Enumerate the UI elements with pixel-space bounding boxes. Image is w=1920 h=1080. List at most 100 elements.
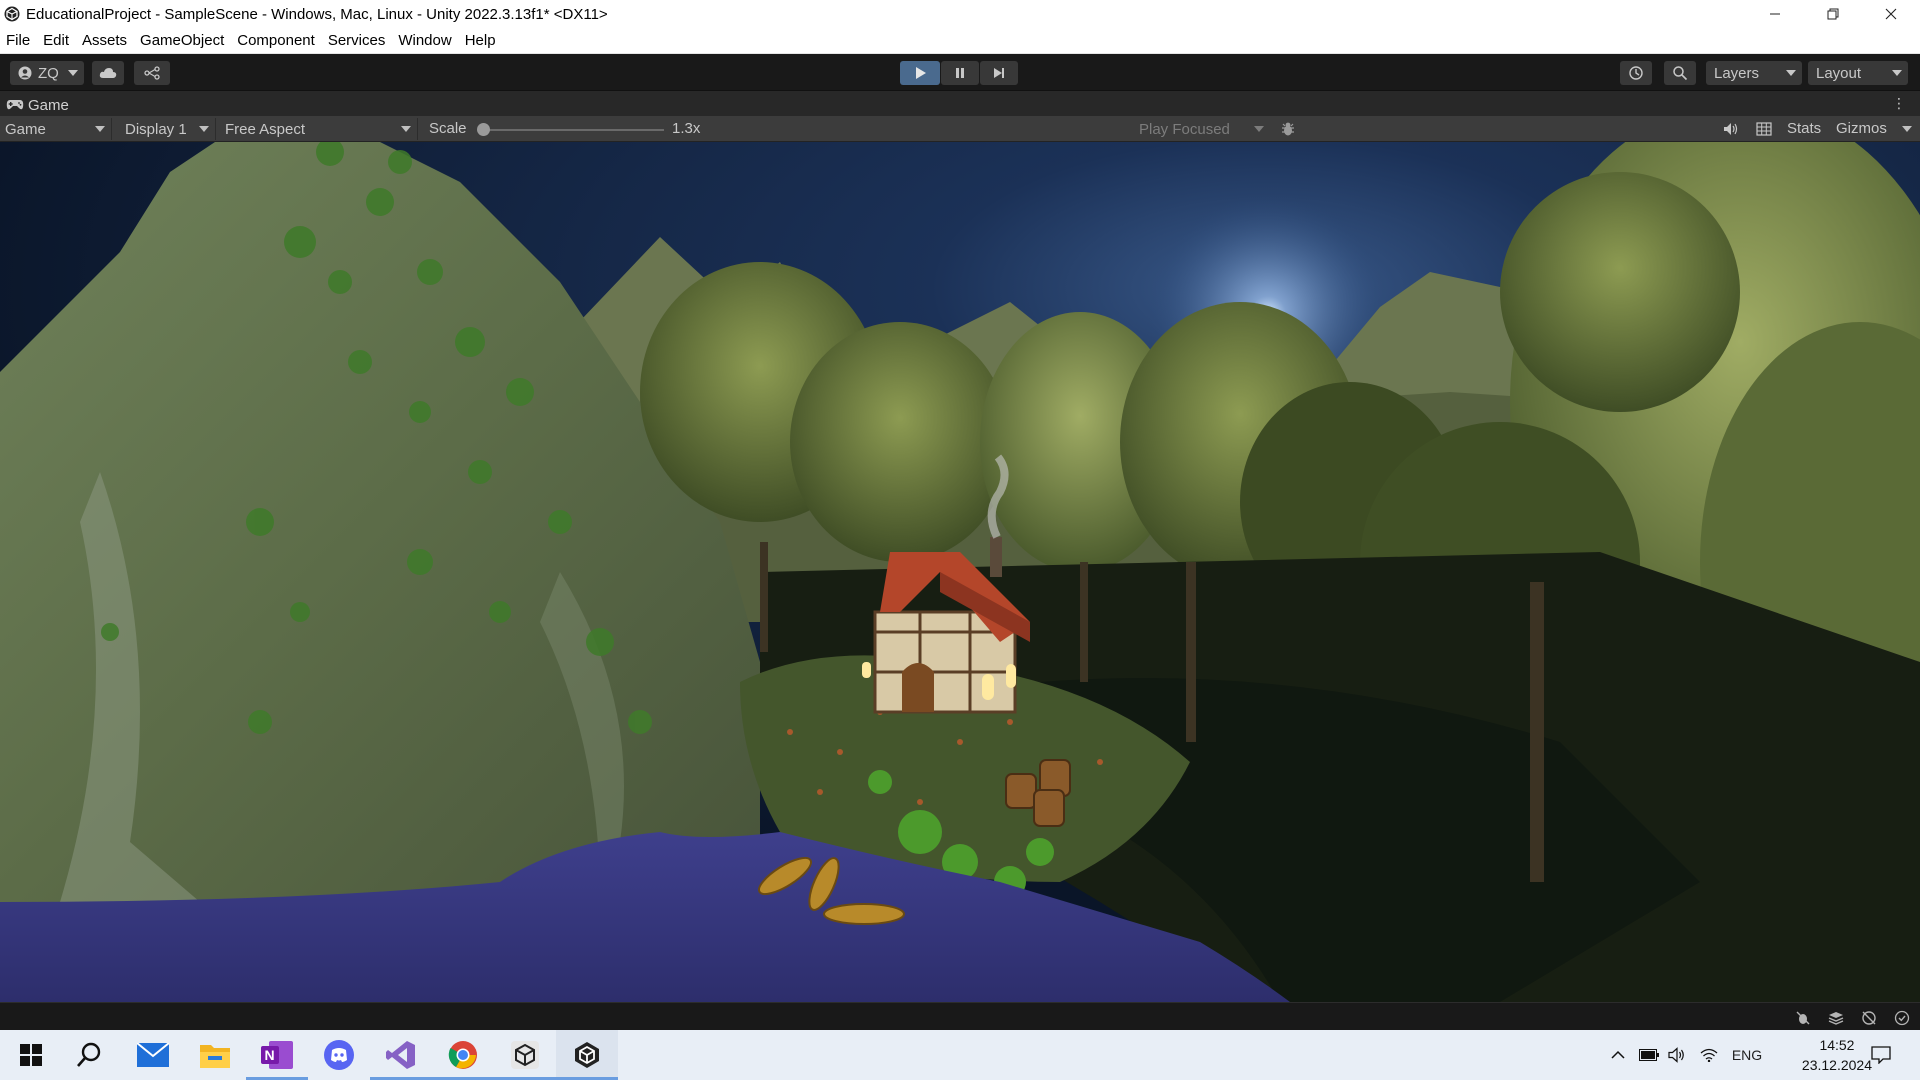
account-label: ZQ — [38, 64, 59, 82]
close-button[interactable] — [1862, 0, 1920, 28]
chevron-down-icon — [1892, 70, 1902, 76]
clock-date: 23.12.2024 — [1801, 1057, 1872, 1073]
windows-taskbar: N ENG 14:52 23.12.2024 — [0, 1030, 1920, 1080]
pause-button[interactable] — [941, 61, 979, 85]
tray-volume[interactable] — [1664, 1030, 1690, 1080]
taskbar-file-explorer[interactable] — [184, 1030, 246, 1080]
tray-overflow-button[interactable] — [1604, 1030, 1632, 1080]
gizmos-button[interactable]: Gizmos — [1836, 120, 1887, 137]
menu-edit[interactable]: Edit — [43, 32, 69, 49]
file-explorer-icon — [200, 1045, 230, 1068]
more-options-icon[interactable]: ⋮ — [1892, 95, 1906, 112]
minimize-button[interactable] — [1746, 0, 1804, 28]
svg-text:N: N — [265, 1047, 275, 1063]
step-button[interactable] — [980, 61, 1018, 85]
version-control-icon — [144, 66, 160, 80]
close-icon — [1885, 8, 1897, 20]
history-icon — [1629, 66, 1643, 80]
chevron-up-icon — [1611, 1050, 1625, 1059]
window-titlebar: EducationalProject - SampleScene - Windo… — [0, 0, 1920, 28]
menu-component[interactable]: Component — [237, 32, 315, 49]
restore-icon — [1827, 8, 1839, 20]
grid-icon[interactable] — [1756, 122, 1772, 136]
scale-slider-track[interactable] — [478, 129, 664, 131]
cloud-button[interactable] — [92, 61, 124, 85]
version-control-button[interactable] — [134, 61, 170, 85]
scale-slider-handle[interactable] — [477, 123, 490, 136]
notification-icon — [1871, 1046, 1891, 1064]
play-mode-label: Play Focused — [1139, 120, 1230, 138]
chevron-down-icon — [199, 126, 209, 132]
chevron-down-icon — [68, 70, 78, 76]
onenote-icon: N — [261, 1041, 293, 1069]
menu-services[interactable]: Services — [328, 32, 386, 49]
taskbar-chrome[interactable] — [432, 1030, 494, 1080]
play-mode-dropdown[interactable]: Play Focused — [1134, 118, 1270, 140]
bug-icon[interactable] — [1280, 121, 1296, 137]
view-mode-dropdown[interactable]: Game — [0, 118, 112, 140]
search-icon — [1673, 66, 1688, 81]
status-bar — [0, 1002, 1920, 1030]
menu-file[interactable]: File — [6, 32, 30, 49]
display-dropdown[interactable]: Display 1 — [120, 118, 216, 140]
menu-window[interactable]: Window — [398, 32, 451, 49]
notifications-button[interactable] — [1864, 1030, 1898, 1080]
taskbar-discord[interactable] — [308, 1030, 370, 1080]
chrome-icon — [448, 1041, 477, 1069]
search-icon — [77, 1042, 101, 1067]
window-title: EducationalProject - SampleScene - Windo… — [26, 5, 608, 23]
menu-bar: File Edit Assets GameObject Component Se… — [0, 28, 1920, 54]
chevron-down-icon — [95, 126, 105, 132]
taskbar-onenote[interactable]: N — [246, 1030, 308, 1080]
scale-label: Scale — [429, 120, 467, 137]
system-clock[interactable]: 14:52 23.12.2024 — [1802, 1035, 1872, 1075]
minimize-icon — [1770, 13, 1780, 15]
game-scene-render — [0, 142, 1920, 1002]
account-icon — [18, 66, 32, 80]
layout-dropdown[interactable]: Layout — [1808, 61, 1908, 85]
menu-gameobject[interactable]: GameObject — [140, 32, 224, 49]
visual-studio-icon — [386, 1041, 415, 1069]
game-view-bar: Game Display 1 Free Aspect Scale 1.3x Pl… — [0, 116, 1920, 142]
play-button[interactable] — [900, 61, 940, 85]
layers-status-icon[interactable] — [1828, 1010, 1844, 1026]
game-viewport[interactable] — [0, 142, 1920, 1002]
scale-value: 1.3x — [672, 120, 701, 137]
taskbar-mail[interactable] — [122, 1030, 184, 1080]
display-label: Display 1 — [125, 120, 187, 138]
clock-time: 14:52 — [1819, 1037, 1855, 1053]
step-icon — [994, 68, 1004, 78]
start-button[interactable] — [0, 1030, 62, 1080]
gamepad-icon — [6, 100, 24, 110]
menu-help[interactable]: Help — [465, 32, 496, 49]
auto-refresh-off-icon[interactable] — [1861, 1010, 1877, 1026]
taskbar-search-button[interactable] — [58, 1030, 120, 1080]
tray-battery[interactable] — [1636, 1030, 1662, 1080]
speaker-icon[interactable] — [1723, 122, 1739, 136]
battery-icon — [1639, 1049, 1659, 1061]
tray-network[interactable] — [1696, 1030, 1722, 1080]
chevron-down-icon — [401, 126, 411, 132]
taskbar-visual-studio[interactable] — [370, 1030, 432, 1080]
layers-dropdown[interactable]: Layers — [1706, 61, 1802, 85]
restore-button[interactable] — [1804, 0, 1862, 28]
main-toolbar: ZQ Layers Layout — [0, 54, 1920, 90]
history-button[interactable] — [1620, 61, 1652, 85]
pause-icon — [956, 68, 964, 78]
taskbar-unity-editor[interactable] — [556, 1030, 618, 1080]
account-dropdown[interactable]: ZQ — [10, 61, 84, 85]
search-button[interactable] — [1664, 61, 1696, 85]
tab-game[interactable]: Game — [6, 94, 69, 116]
play-icon — [916, 67, 926, 79]
gizmos-dropdown-icon[interactable] — [1902, 126, 1912, 132]
aspect-dropdown[interactable]: Free Aspect — [220, 118, 418, 140]
check-circle-icon[interactable] — [1894, 1010, 1910, 1026]
unity-hub-icon — [511, 1041, 539, 1069]
stats-button[interactable]: Stats — [1787, 120, 1821, 137]
layout-label: Layout — [1816, 64, 1862, 82]
menu-assets[interactable]: Assets — [82, 32, 127, 49]
cloud-icon — [99, 68, 117, 78]
taskbar-unity-hub[interactable] — [494, 1030, 556, 1080]
input-language[interactable]: ENG — [1730, 1030, 1764, 1080]
debug-mode-icon[interactable] — [1795, 1010, 1811, 1026]
